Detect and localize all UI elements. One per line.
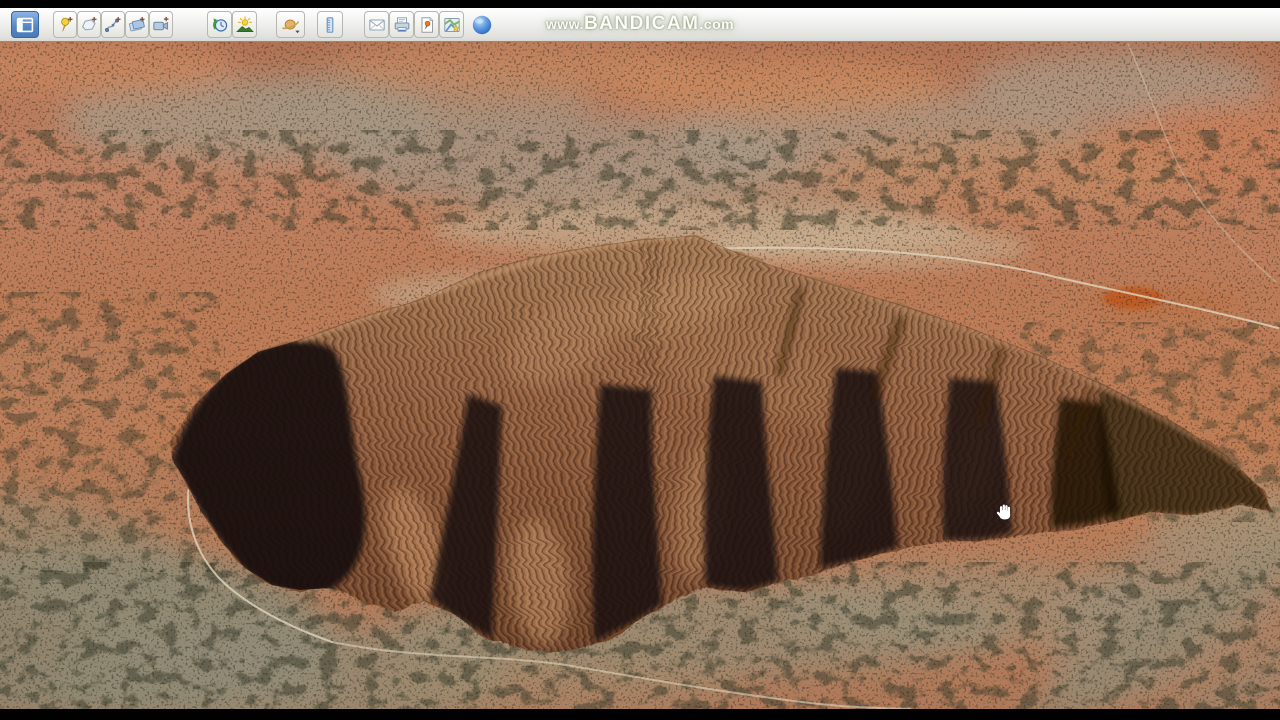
globe-button[interactable] bbox=[467, 11, 496, 38]
watermark-prefix: www. bbox=[545, 16, 584, 32]
clock-history-icon bbox=[212, 17, 227, 32]
uluru-scene bbox=[0, 42, 1280, 709]
historical-imagery-button[interactable] bbox=[207, 11, 232, 38]
bottom-black-bar bbox=[0, 709, 1280, 720]
ruler-button[interactable] bbox=[317, 11, 343, 38]
path-icon bbox=[104, 16, 121, 32]
saturn-icon bbox=[281, 19, 300, 33]
sun-landscape-icon bbox=[235, 15, 254, 32]
screen: www. BANDICAM .com bbox=[0, 0, 1280, 720]
add-image-overlay-button[interactable] bbox=[125, 11, 149, 38]
print-button[interactable] bbox=[389, 11, 414, 38]
sidebar-toggle-button[interactable] bbox=[11, 11, 39, 38]
envelope-icon bbox=[368, 18, 385, 31]
watermark-suffix: .com bbox=[699, 16, 735, 32]
sidebar-panel-icon bbox=[16, 17, 34, 32]
video-camera-icon bbox=[153, 16, 169, 30]
map-star-icon bbox=[443, 17, 460, 32]
blue-globe-icon bbox=[472, 15, 491, 34]
save-image-icon bbox=[421, 16, 433, 33]
save-image-button[interactable] bbox=[414, 11, 439, 38]
add-polygon-button[interactable] bbox=[77, 11, 101, 38]
planets-button[interactable] bbox=[276, 11, 305, 38]
dropdown-caret-icon bbox=[294, 30, 300, 33]
record-tour-button[interactable] bbox=[149, 11, 173, 38]
image-overlay-icon bbox=[129, 16, 145, 31]
add-path-button[interactable] bbox=[101, 11, 125, 38]
pushpin-icon bbox=[61, 16, 73, 32]
polygon-icon bbox=[81, 16, 97, 30]
ruler-icon bbox=[326, 16, 334, 33]
watermark-brand: BANDICAM bbox=[583, 13, 700, 34]
top-black-bar bbox=[0, 0, 1280, 8]
bandicam-watermark: www. BANDICAM .com bbox=[546, 13, 734, 35]
add-placemark-button[interactable] bbox=[53, 11, 77, 38]
view-in-google-maps-button[interactable] bbox=[439, 11, 464, 38]
earth-3d-viewport[interactable] bbox=[0, 42, 1280, 709]
email-button[interactable] bbox=[364, 11, 389, 38]
sunlight-button[interactable] bbox=[232, 11, 257, 38]
printer-icon bbox=[394, 16, 409, 32]
google-earth-toolbar: www. BANDICAM .com bbox=[0, 8, 1280, 42]
